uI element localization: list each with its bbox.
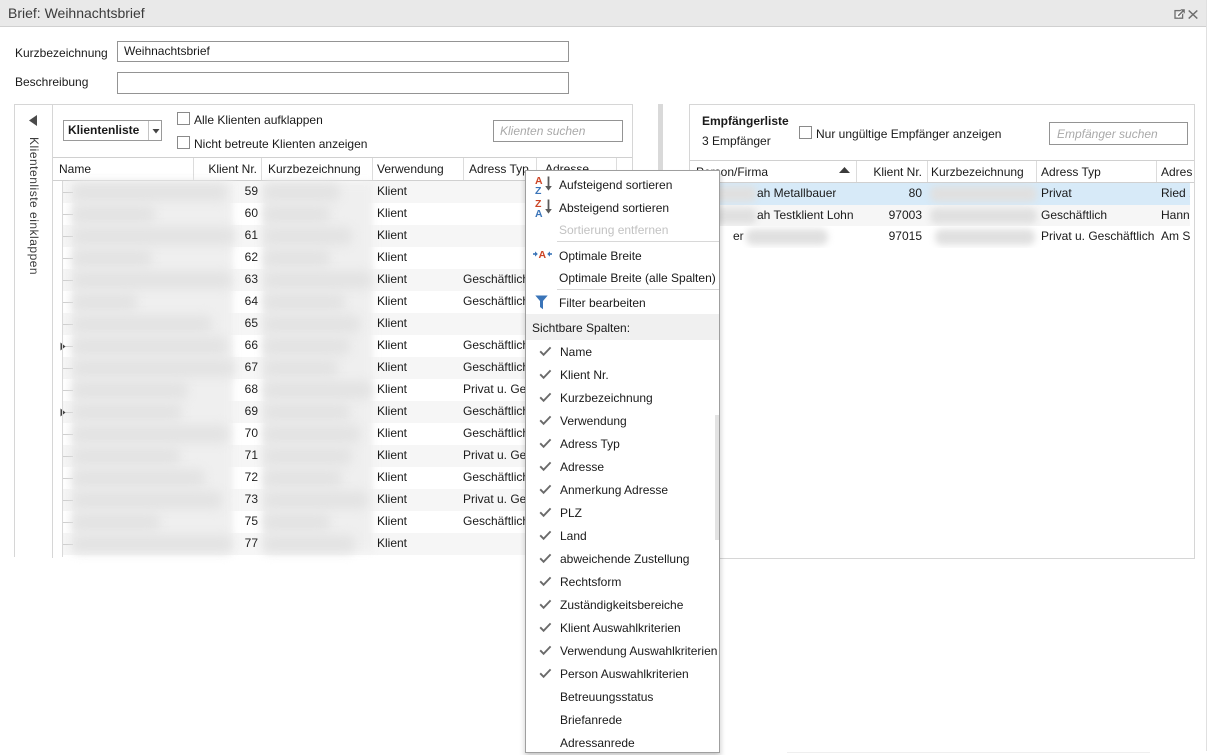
svg-text:Z: Z xyxy=(535,185,542,195)
svg-text:A: A xyxy=(535,208,543,218)
svg-text:A: A xyxy=(539,249,547,259)
